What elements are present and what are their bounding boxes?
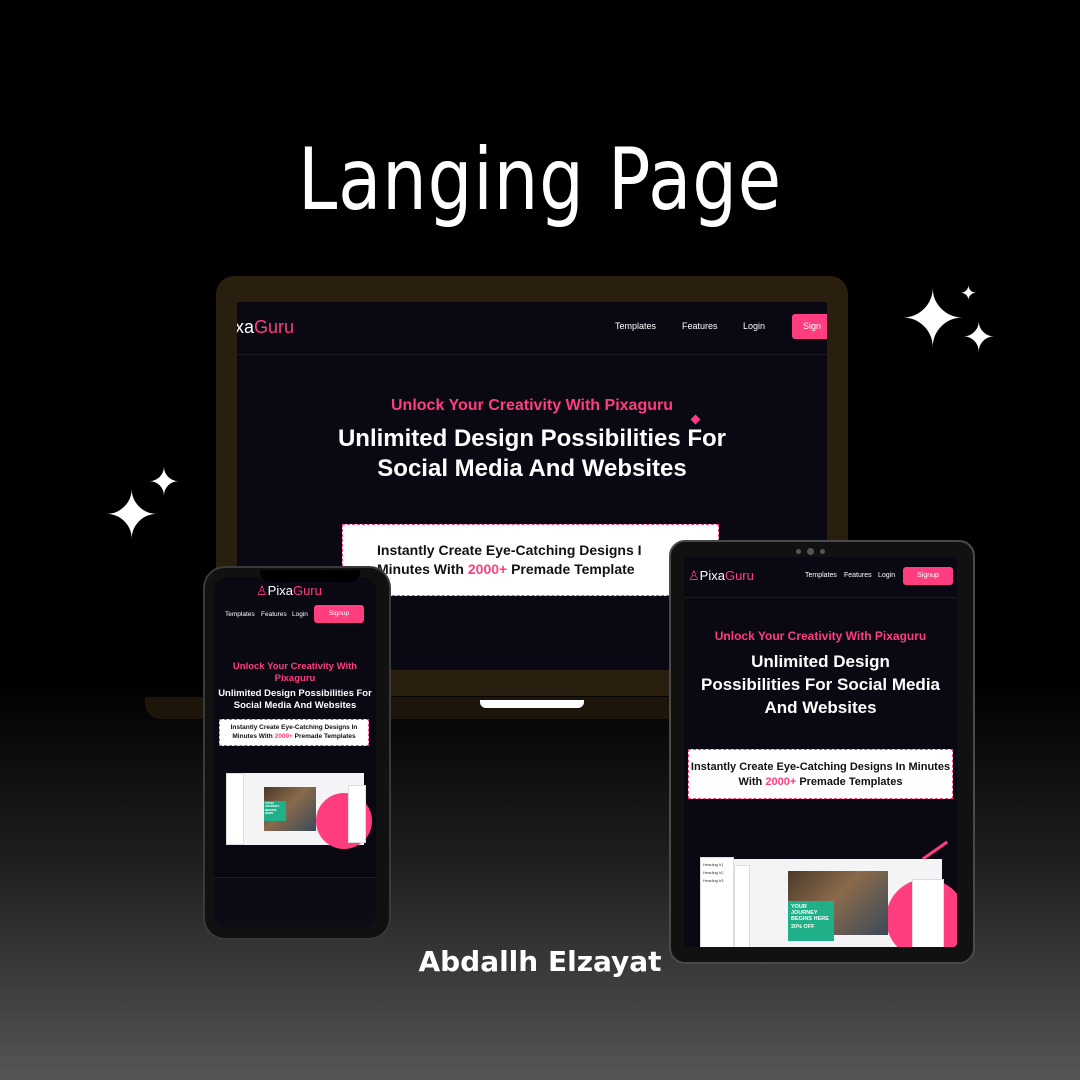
phone-screen: ♙PixaGuru Templates Features Login Signu…: [214, 577, 376, 927]
nav-features[interactable]: Features: [682, 321, 718, 331]
signup-button[interactable]: Signup: [903, 567, 953, 585]
hero-headline: Unlimited Design Possibilities For Socia…: [337, 425, 727, 482]
hero-kicker: Unlock Your Creativity With Pixaguru: [232, 661, 358, 684]
sparkle-icon: ✦: [148, 462, 180, 504]
properties-panel: [348, 785, 366, 843]
logo[interactable]: ♙PixaGuru: [688, 568, 754, 584]
page-title: Langing Page: [297, 130, 782, 230]
layers-panel: Heading h1 Heading h2 Heading h3: [700, 857, 734, 947]
logo-icon: ♙: [256, 583, 268, 598]
sparkle-icon: ✦: [960, 283, 977, 305]
hero-kicker: Unlock Your Creativity With Pixaguru: [714, 629, 927, 643]
editor-preview: Heading h1 Heading h2 Heading h3 YOUR JO…: [700, 857, 957, 947]
diamond-decoration: [690, 414, 701, 425]
sparkle-icon: ✦: [962, 316, 996, 360]
sparkle-icon: ✦: [900, 275, 966, 363]
hero-headline: Unlimited Design Possibilities For Socia…: [218, 688, 372, 711]
hero-kicker: Unlock Your Creativity With Pixaguru: [391, 397, 673, 414]
nav-login[interactable]: Login: [743, 321, 765, 331]
hero-callout: Instantly Create Eye-Catching Designs In…: [688, 749, 953, 799]
hero-callout: Instantly Create Eye-Catching Designs In…: [219, 719, 369, 746]
laptop-notch: [480, 700, 584, 708]
hero-callout: Instantly Create Eye-Catching Designs I …: [342, 524, 719, 596]
editor-preview: YOUR JOURNEY BEGINS HERE: [226, 773, 372, 849]
nav-templates[interactable]: Templates: [225, 611, 255, 618]
nav-login[interactable]: Login: [878, 572, 895, 579]
phone-notch: [260, 570, 360, 582]
nav-login[interactable]: Login: [292, 611, 308, 618]
navbar: ♙PixaGuru Templates Features Login Signu…: [684, 557, 957, 598]
logo[interactable]: xaGuru: [237, 317, 294, 338]
navbar: xaGuru Templates Features Login Sign: [237, 302, 827, 355]
phone-footer: [214, 877, 376, 927]
hero-headline: Unlimited Design Possibilities For Socia…: [700, 652, 940, 717]
nav-features[interactable]: Features: [261, 611, 287, 618]
properties-panel: [912, 879, 944, 947]
nav-templates[interactable]: Templates: [805, 572, 837, 579]
tablet-screen: ♙PixaGuru Templates Features Login Signu…: [684, 557, 957, 947]
pink-stripe: [921, 840, 949, 861]
preview-banner: YOUR JOURNEY BEGINS HERE: [264, 801, 286, 821]
logo-icon: ♙: [688, 568, 700, 583]
nav-templates[interactable]: Templates: [615, 321, 656, 331]
preview-banner: YOUR JOURNEY BEGINS HERE 20% OFF: [788, 901, 834, 941]
layers-panel: [226, 773, 244, 845]
nav-features[interactable]: Features: [844, 572, 872, 579]
signup-button[interactable]: Sign: [792, 314, 827, 339]
signup-button[interactable]: Signup: [314, 605, 364, 623]
logo[interactable]: ♙PixaGuru: [256, 583, 322, 599]
